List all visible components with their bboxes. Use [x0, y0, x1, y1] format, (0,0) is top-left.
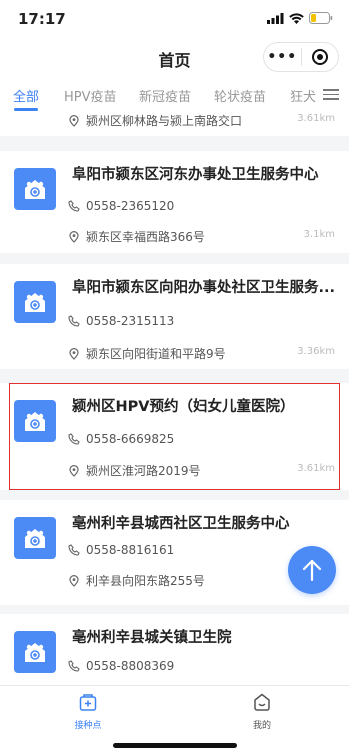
scroll-top-button[interactable] — [288, 546, 336, 594]
clinic-icon — [14, 517, 56, 559]
list-item[interactable]: 阜阳市颍东区河东办事处卫生服务中心 0558-2365120 颍东区幸福西路36… — [0, 151, 349, 253]
address-row: 颍州区柳林路与颍上南路交口 — [68, 112, 242, 129]
location-icon — [68, 114, 80, 127]
phone-text: 0558-8808369 — [86, 659, 175, 673]
phone-icon — [68, 315, 80, 327]
status-icons — [267, 12, 333, 24]
arrow-up-icon — [302, 559, 322, 582]
status-bar: 17:17 — [0, 0, 349, 38]
address-row: 颍东区向阳街道和平路9号 — [68, 345, 226, 362]
distance-text: 3.1km — [303, 229, 335, 240]
highlight-box — [9, 383, 340, 490]
location-icon — [68, 230, 80, 243]
address-text: 颍东区向阳街道和平路9号 — [86, 347, 226, 361]
list-item[interactable]: 亳州利辛县城关镇卫生院 0558-8808369 — [0, 614, 349, 685]
list-item[interactable]: 阜阳市颍东区向阳办事处社区卫生服务... 0558-2315113 颍东区向阳街… — [0, 264, 349, 369]
clinic-icon — [14, 281, 56, 323]
location-icon — [68, 347, 80, 360]
phone-icon — [68, 200, 80, 212]
clinic-icon — [14, 631, 56, 673]
phone-row: 0558-2315113 — [68, 314, 174, 328]
tab-hpv[interactable]: HPV疫苗 — [64, 86, 117, 105]
close-button[interactable] — [301, 48, 338, 66]
clinic-tab-icon — [79, 694, 97, 711]
address-row: 利辛县向阳东路255号 — [68, 572, 205, 589]
clinic-name: 亳州利辛县城西社区卫生服务中心 — [72, 516, 290, 532]
distance-text: 3.36km — [297, 346, 335, 357]
phone-text: 0558-2365120 — [86, 199, 175, 213]
location-icon — [68, 574, 80, 587]
clinic-name: 阜阳市颍东区河东办事处卫生服务中心 — [72, 167, 319, 183]
phone-row: 0558-8816161 — [68, 543, 174, 557]
more-button[interactable]: ••• — [264, 49, 301, 65]
tab-rotavirus[interactable]: 轮状疫苗 — [214, 86, 266, 105]
mini-program-capsule: ••• — [263, 42, 339, 72]
tab-rabies[interactable]: 狂犬 — [290, 86, 316, 105]
home-indicator — [113, 743, 237, 748]
active-tab-indicator — [14, 108, 38, 111]
signal-icon — [267, 12, 284, 24]
wifi-icon — [289, 12, 304, 24]
tab-menu-button[interactable] — [323, 86, 339, 103]
clinic-name: 亳州利辛县城关镇卫生院 — [72, 630, 232, 646]
address-text: 利辛县向阳东路255号 — [86, 574, 205, 588]
tab-covid[interactable]: 新冠疫苗 — [139, 86, 191, 105]
phone-row: 0558-2365120 — [68, 199, 174, 213]
list-item-partial[interactable]: 颍州区柳林路与颍上南路交口 3.61km — [0, 112, 349, 136]
battery-icon — [309, 12, 333, 24]
tabbar-item-mine[interactable]: 我的 — [232, 692, 292, 731]
address-row: 颍东区幸福西路366号 — [68, 228, 205, 245]
phone-row: 0558-8808369 — [68, 659, 174, 673]
phone-icon — [68, 660, 80, 672]
distance-text: 3.61km — [297, 113, 335, 124]
status-time: 17:17 — [18, 10, 66, 28]
tab-all[interactable]: 全部 — [13, 86, 39, 105]
address-text: 颍州区柳林路与颍上南路交口 — [86, 114, 243, 128]
tabbar-label: 我的 — [252, 721, 271, 731]
tabbar-item-clinics[interactable]: 接种点 — [58, 692, 118, 731]
user-tab-icon — [254, 693, 270, 711]
clinic-icon — [14, 168, 56, 210]
phone-icon — [68, 544, 80, 556]
category-tabs: 全部 HPV疫苗 新冠疫苗 轮状疫苗 狂犬 — [0, 78, 349, 112]
clinic-list: 颍州区柳林路与颍上南路交口 3.61km 阜阳市颍东区河东办事处卫生服务中心 0… — [0, 112, 349, 685]
clinic-name: 阜阳市颍东区向阳办事处社区卫生服务... — [72, 280, 336, 296]
target-icon — [311, 49, 328, 65]
nav-bar: 首页 ••• — [0, 38, 349, 78]
phone-text: 0558-2315113 — [86, 314, 175, 328]
address-text: 颍东区幸福西路366号 — [86, 230, 205, 244]
phone-text: 0558-8816161 — [86, 543, 175, 557]
tabbar-label: 接种点 — [74, 721, 102, 731]
